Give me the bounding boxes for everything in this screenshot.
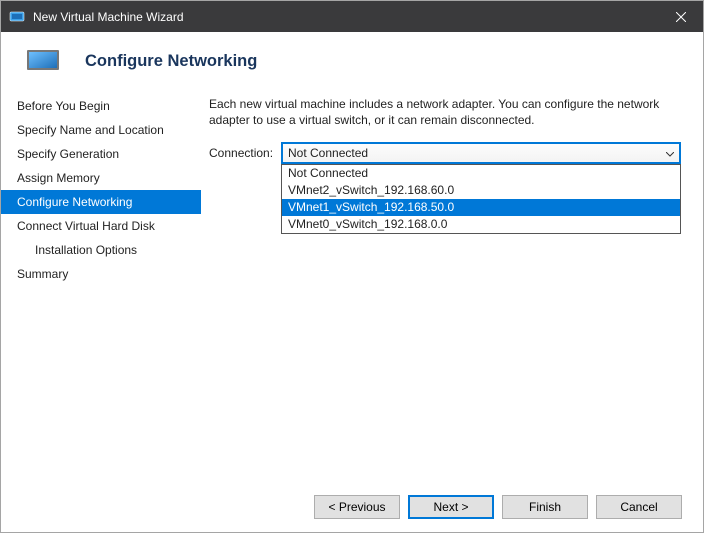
wizard-step[interactable]: Specify Name and Location xyxy=(1,118,201,142)
connection-option[interactable]: VMnet1_vSwitch_192.168.50.0 xyxy=(282,199,680,216)
connection-option[interactable]: VMnet2_vSwitch_192.168.60.0 xyxy=(282,182,680,199)
connection-label: Connection: xyxy=(209,142,281,160)
previous-button[interactable]: < Previous xyxy=(314,495,400,519)
connection-combobox[interactable]: Not Connected xyxy=(281,142,681,164)
wizard-footer: < Previous Next > Finish Cancel xyxy=(0,481,704,533)
finish-button[interactable]: Finish xyxy=(502,495,588,519)
wizard-step[interactable]: Assign Memory xyxy=(1,166,201,190)
wizard-step[interactable]: Configure Networking xyxy=(1,190,201,214)
wizard-steps-sidebar: Before You BeginSpecify Name and Locatio… xyxy=(1,86,201,496)
page-title: Configure Networking xyxy=(85,52,257,71)
chevron-down-icon xyxy=(666,146,674,160)
connection-option[interactable]: Not Connected xyxy=(282,165,680,182)
window-title: New Virtual Machine Wizard xyxy=(33,10,658,24)
app-icon xyxy=(9,9,25,25)
connection-field: Connection: Not Connected Not ConnectedV… xyxy=(209,142,681,164)
cancel-button[interactable]: Cancel xyxy=(596,495,682,519)
wizard-step[interactable]: Connect Virtual Hard Disk xyxy=(1,214,201,238)
close-button[interactable] xyxy=(658,1,703,32)
connection-selected-value: Not Connected xyxy=(288,146,368,160)
description-text: Each new virtual machine includes a netw… xyxy=(209,96,681,128)
wizard-step[interactable]: Before You Begin xyxy=(1,94,201,118)
wizard-step[interactable]: Specify Generation xyxy=(1,142,201,166)
next-button[interactable]: Next > xyxy=(408,495,494,519)
connection-option[interactable]: VMnet0_vSwitch_192.168.0.0 xyxy=(282,216,680,233)
wizard-step[interactable]: Summary xyxy=(1,262,201,286)
title-bar: New Virtual Machine Wizard xyxy=(1,1,703,32)
wizard-content: Each new virtual machine includes a netw… xyxy=(201,86,703,496)
wizard-step[interactable]: Installation Options xyxy=(1,238,201,262)
monitor-icon xyxy=(27,50,59,72)
wizard-header: Configure Networking xyxy=(1,32,703,86)
connection-dropdown[interactable]: Not ConnectedVMnet2_vSwitch_192.168.60.0… xyxy=(281,164,681,234)
